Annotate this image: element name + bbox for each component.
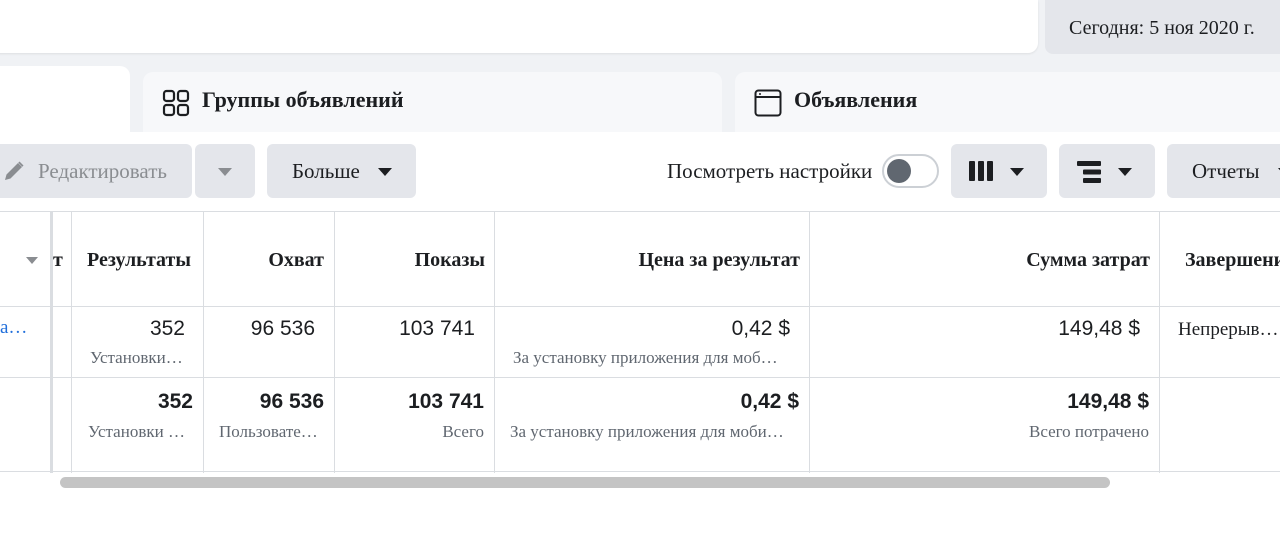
row-cost-sub: За установку приложения для моб… — [513, 348, 778, 367]
breakdown-button[interactable] — [1059, 144, 1155, 198]
chevron-down-icon — [218, 168, 232, 176]
row-reach-value: 96 536 — [250, 317, 315, 340]
table-border-bottom — [0, 471, 1280, 472]
row-results-value: 352 — [149, 317, 185, 340]
tab-campaigns[interactable] — [0, 66, 130, 133]
grid-icon — [162, 89, 190, 117]
reports-button-label: Отчеты — [1192, 159, 1260, 183]
edit-button[interactable]: Редактировать — [0, 144, 192, 198]
row-cost-value: 0,42 $ — [731, 317, 790, 340]
column-header-impressions[interactable]: Показы — [336, 211, 485, 307]
tab-ads-label: Объявления — [794, 87, 918, 112]
column-header-reach[interactable]: Охват — [205, 211, 324, 307]
chevron-down-icon — [1118, 168, 1132, 176]
column-header-amount-spent[interactable]: Сумма затрат — [811, 211, 1150, 307]
ad-window-icon — [754, 89, 782, 117]
row-impressions-value: 103 741 — [399, 317, 475, 340]
column-divider — [203, 211, 204, 473]
reports-button[interactable]: Отчеты — [1167, 144, 1280, 198]
column-header-ends[interactable]: Завершение — [1185, 211, 1280, 307]
data-table: т Результаты Охват Показы Цена за резуль… — [0, 211, 1280, 473]
more-button-label: Больше — [292, 159, 360, 183]
pencil-icon — [5, 161, 24, 180]
edit-button-label: Редактировать — [38, 159, 167, 183]
search-bar[interactable] — [0, 0, 1038, 53]
total-results-sub: Установки … — [88, 422, 185, 441]
column-divider — [809, 211, 810, 473]
total-reach-value: 96 536 — [259, 390, 324, 413]
total-reach-sub: Пользовате… — [219, 422, 318, 441]
column-divider — [494, 211, 495, 473]
sort-caret-icon[interactable] — [26, 257, 38, 264]
toolbar: Редактировать Больше Посмотреть настройк… — [0, 132, 1280, 212]
view-settings-label: Посмотреть настройки — [667, 159, 873, 183]
column-divider — [1159, 211, 1160, 473]
column-header-cost-per-result[interactable]: Цена за результат — [496, 211, 800, 307]
total-impressions-value: 103 741 — [408, 390, 484, 413]
total-cost-sub: За установку приложения для моби… — [510, 422, 784, 441]
total-cost-value: 0,42 $ — [740, 390, 799, 413]
horizontal-scrollbar[interactable] — [60, 477, 1110, 488]
toggle-knob — [887, 159, 911, 183]
columns-icon — [969, 161, 993, 181]
row-divider — [0, 377, 1280, 378]
view-settings-toggle[interactable] — [882, 154, 939, 188]
total-impressions-sub: Всего — [442, 422, 484, 441]
tab-ads[interactable]: Объявления — [735, 72, 1280, 133]
row-name-link[interactable]: a… — [0, 317, 27, 339]
row-results-sub: Установки… — [90, 348, 183, 367]
total-results-value: 352 — [157, 390, 193, 413]
column-header-partial[interactable]: т — [53, 211, 69, 307]
breakdown-icon — [1077, 161, 1101, 183]
edit-dropdown-button[interactable] — [195, 144, 255, 198]
chevron-down-icon — [378, 168, 392, 176]
column-header-results[interactable]: Результаты — [87, 211, 195, 307]
chevron-down-icon — [1010, 168, 1024, 176]
tab-ad-groups[interactable]: Группы объявлений — [143, 72, 722, 133]
row-amount-value: 149,48 $ — [1058, 317, 1140, 340]
date-range-button[interactable]: Сегодня: 5 ноя 2020 г. — [1045, 0, 1280, 54]
more-button[interactable]: Больше — [267, 144, 416, 198]
column-divider — [334, 211, 335, 473]
columns-button[interactable] — [951, 144, 1047, 198]
tab-ad-groups-label: Группы объявлений — [202, 87, 404, 112]
column-divider — [71, 211, 72, 473]
row-ends-value: Непрерыв… — [1178, 319, 1279, 340]
total-amount-value: 149,48 $ — [1067, 390, 1149, 413]
total-amount-sub: Всего потрачено — [1028, 422, 1149, 441]
